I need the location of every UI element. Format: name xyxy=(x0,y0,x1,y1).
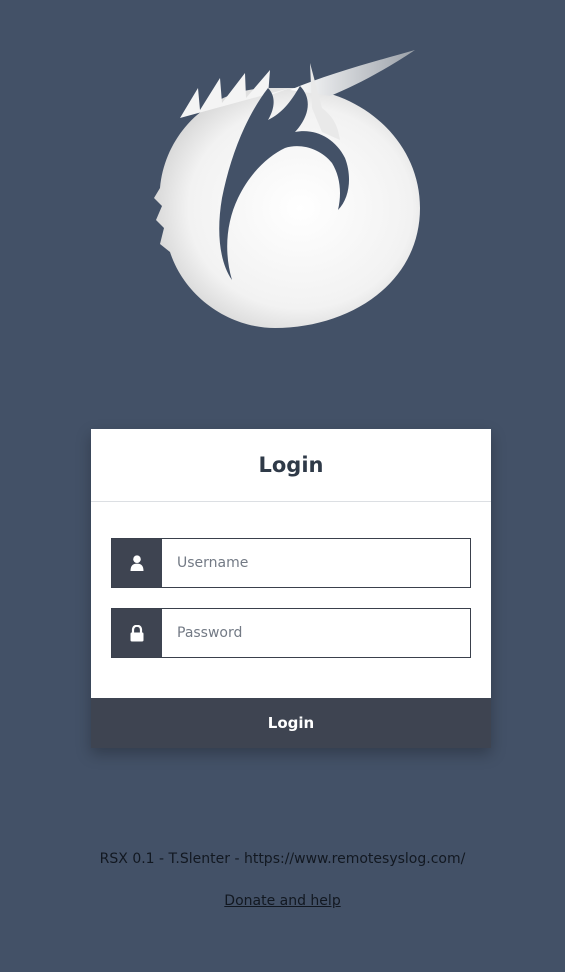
user-icon xyxy=(112,539,162,587)
footer-credit: RSX 0.1 - T.Slenter - https://www.remote… xyxy=(99,851,466,867)
login-form xyxy=(91,502,491,698)
donate-link[interactable]: Donate and help xyxy=(224,893,340,909)
login-card-header: Login xyxy=(91,429,491,502)
fox-logo-icon xyxy=(154,50,420,328)
login-title: Login xyxy=(258,453,324,477)
lock-icon xyxy=(112,609,162,657)
username-input-group xyxy=(111,538,471,588)
login-card: Login Login xyxy=(91,429,491,748)
password-input[interactable] xyxy=(162,609,470,657)
login-button[interactable]: Login xyxy=(91,698,491,748)
donate-container: Donate and help xyxy=(0,893,565,909)
password-input-group xyxy=(111,608,471,658)
username-input[interactable] xyxy=(162,539,470,587)
